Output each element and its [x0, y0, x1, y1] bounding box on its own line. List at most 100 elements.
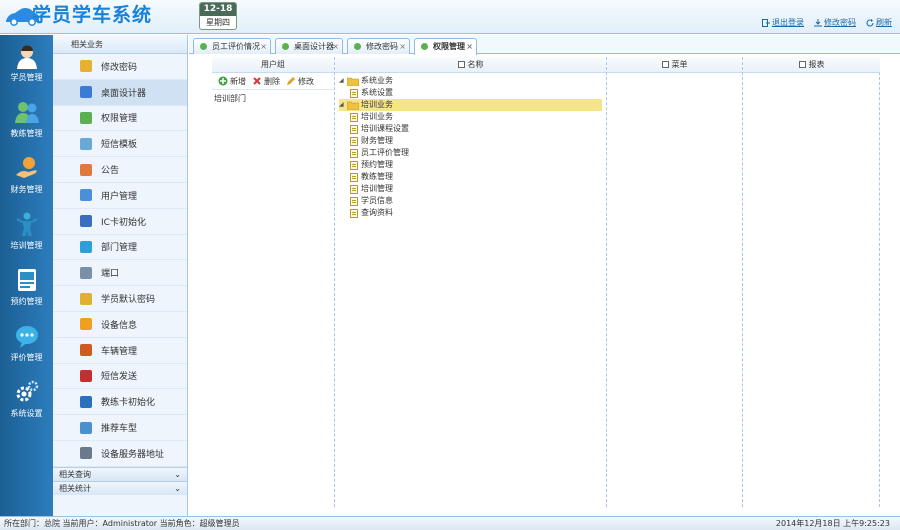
sms-icon	[80, 137, 92, 150]
tree-node[interactable]: 学员信息	[339, 195, 602, 207]
submenu-item[interactable]: 设备服务器地址	[53, 441, 187, 467]
accordion-query-label: 相关查询	[59, 469, 91, 479]
submenu-item[interactable]: 短信模板	[53, 131, 187, 158]
submenu-item-label: 权限管理	[101, 114, 138, 125]
submenu-item[interactable]: 权限管理	[53, 106, 187, 132]
delete-button[interactable]: 删除	[252, 76, 280, 87]
submenu-item[interactable]: 公告	[53, 157, 187, 183]
edit-button[interactable]: 修改	[286, 76, 314, 87]
nav-booking[interactable]: 预约管理	[0, 259, 53, 315]
nav-settings[interactable]: 系统设置	[0, 371, 53, 427]
expand-arrow-icon[interactable]: ◢	[339, 75, 347, 87]
nav-student[interactable]: 学员管理	[0, 35, 53, 91]
close-icon[interactable]: ×	[466, 39, 473, 54]
chevron-down-icon: ⌄	[174, 483, 181, 493]
submenu-item-label: 部门管理	[101, 243, 138, 254]
submenu-item[interactable]: 端口	[53, 260, 187, 287]
tree-node[interactable]: 培训管理	[339, 183, 602, 195]
add-button[interactable]: 新增	[218, 76, 246, 87]
submenu-item[interactable]: 桌面设计器	[53, 79, 187, 106]
submenu-list: 修改密码 桌面设计器权限管理短信模板公告用户管理 IC卡初始化 部门管理端口学员默认密…	[53, 54, 187, 467]
server-icon	[80, 447, 92, 460]
tree-node[interactable]: 员工评价管理	[339, 147, 602, 159]
submenu-item[interactable]: 设备信息	[53, 312, 187, 338]
mail-icon	[80, 369, 92, 382]
document-icon	[350, 88, 358, 98]
submenu-item-label: IC卡初始化	[101, 217, 146, 228]
tree-node[interactable]: 培训课程设置	[339, 123, 602, 135]
submenu-item[interactable]: 推荐车型	[53, 415, 187, 441]
card-icon	[80, 215, 92, 228]
close-icon[interactable]: ×	[260, 39, 267, 54]
submenu-item[interactable]: 学员默认密码	[53, 286, 187, 312]
top-links: 退出登录 修改密码 刷新	[762, 17, 892, 28]
tab-permission[interactable]: 权限管理 ×	[414, 38, 477, 55]
submenu-item-label: 端口	[101, 269, 120, 280]
col-usergroup: 用户组 新增 删除 修改 培训部门	[212, 57, 335, 507]
submenu-item[interactable]: 修改密码	[53, 54, 187, 80]
submenu-item[interactable]: 部门管理	[53, 235, 187, 261]
tree-node-label: 系统业务	[361, 76, 393, 85]
nav-comment[interactable]: 评价管理	[0, 315, 53, 371]
col-query: 查询	[743, 57, 880, 507]
settings-icon	[16, 380, 38, 402]
col-name: 名称 ◢ 系统业务系统设置 ◢ 培训业务 培训业务培训课程设置 财务管理 员工评价管理 预约管…	[335, 57, 607, 507]
tree-node-label: 查询资料	[361, 208, 393, 217]
refresh-icon	[866, 18, 874, 26]
tree-node[interactable]: 财务管理	[339, 135, 602, 147]
document-icon	[350, 124, 358, 134]
checkbox[interactable]	[798, 61, 806, 68]
document-icon	[350, 196, 358, 206]
submenu-item-label: 短信模板	[101, 140, 138, 151]
submenu-item[interactable]: 用户管理	[53, 183, 187, 209]
close-icon[interactable]: ×	[399, 39, 406, 54]
designer-icon	[80, 86, 92, 99]
nav-finance[interactable]: 财务管理	[0, 147, 53, 203]
tree-node[interactable]: 预约管理	[339, 159, 602, 171]
shield-icon	[80, 111, 92, 124]
permission-tree: ◢ 系统业务系统设置 ◢ 培训业务 培训业务培训课程设置 财务管理 员工评价管理 预约管理 教练…	[335, 73, 606, 221]
nav-coach[interactable]: 教练管理	[0, 91, 53, 147]
tab-icon	[200, 43, 207, 50]
notice-icon	[80, 163, 92, 176]
key-icon	[80, 292, 92, 305]
submenu-item-label: 用户管理	[101, 191, 138, 202]
close-icon[interactable]: ×	[332, 39, 339, 54]
tree-node[interactable]: ◢ 系统业务	[339, 75, 602, 87]
tree-node[interactable]: 教练管理	[339, 171, 602, 183]
port-icon	[80, 266, 92, 279]
tree-node[interactable]: 查询资料	[339, 207, 602, 219]
tab-bar: 员工评价情况 × 桌面设计器 × 修改密码 × 权限管理 ×	[189, 35, 900, 55]
submenu-item[interactable]: 教练卡初始化	[53, 389, 187, 416]
submenu-item[interactable]: 车辆管理	[53, 338, 187, 364]
nav-training[interactable]: 培训管理	[0, 203, 53, 259]
tree-node-label: 培训业务	[361, 112, 393, 121]
logout-link[interactable]: 退出登录	[762, 17, 804, 28]
tab-staff-evaluation[interactable]: 员工评价情况 ×	[193, 38, 271, 54]
truck-icon	[80, 344, 92, 357]
col-header-name: 名称	[335, 57, 606, 73]
tree-node[interactable]: 系统设置	[339, 87, 602, 99]
col-menu: 菜单	[607, 57, 743, 507]
usergroup-row[interactable]: 培训部门	[212, 90, 334, 107]
checkbox[interactable]	[457, 61, 465, 68]
expand-arrow-icon[interactable]: ◢	[339, 99, 347, 111]
tab-desktop-designer[interactable]: 桌面设计器 ×	[275, 38, 343, 54]
app-title: 学员学车系统	[32, 4, 153, 26]
tab-icon	[354, 43, 361, 50]
tree-node[interactable]: ◢ 培训业务	[339, 99, 602, 111]
tab-change-password[interactable]: 修改密码 ×	[347, 38, 410, 54]
checkbox[interactable]	[661, 61, 669, 68]
download-icon	[814, 18, 822, 26]
date-badge: 12-18 星期四	[199, 2, 237, 30]
accordion-stats[interactable]: 相关统计 ⌄	[53, 480, 187, 495]
refresh-link[interactable]: 刷新	[866, 17, 892, 28]
submenu-item[interactable]: 短信发送	[53, 364, 187, 390]
student-icon	[16, 45, 37, 69]
submenu-item[interactable]: IC卡初始化	[53, 209, 187, 235]
tree-node[interactable]: 培训业务	[339, 111, 602, 123]
status-time: 2014年12月18日 上午9:25:23	[775, 519, 890, 528]
accordion-query[interactable]: 相关查询 ⌄	[53, 466, 187, 481]
permission-grid: 用户组 新增 删除 修改 培训部门 名称 ◢ 系统业务 系统设置 ◢ 培训业务 培训业务培…	[212, 57, 880, 517]
change-password-link[interactable]: 修改密码	[814, 17, 856, 28]
